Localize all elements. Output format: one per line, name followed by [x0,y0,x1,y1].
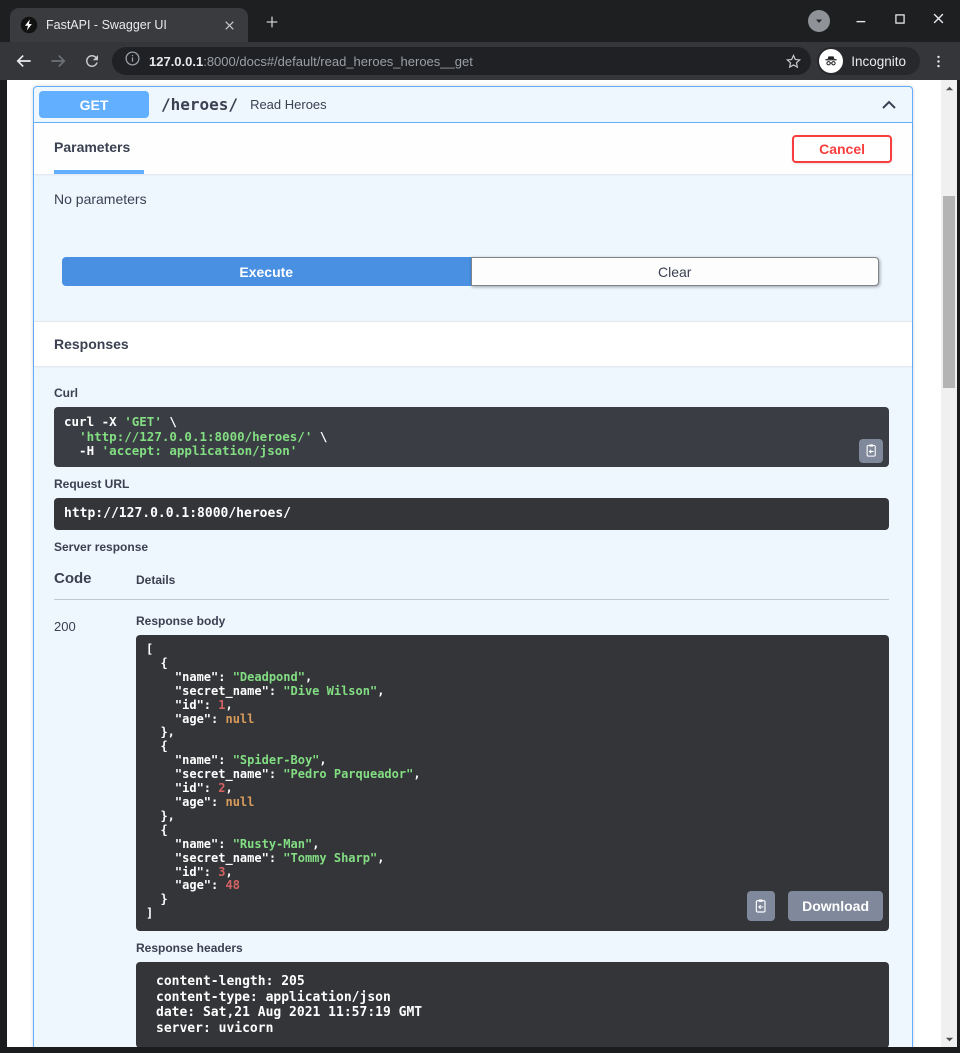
responses-title: Responses [54,336,129,352]
details-column-header: Details [136,570,175,587]
execute-button[interactable]: Execute [62,257,471,286]
window-controls [808,10,946,32]
address-bar: 127.0.0.1:8000/docs#/default/read_heroes… [0,42,960,80]
url-text[interactable]: 127.0.0.1:8000/docs#/default/read_heroes… [149,54,773,69]
clear-button[interactable]: Clear [471,257,880,286]
parameters-body: No parameters [34,174,912,207]
url-path: :8000/docs#/default/read_heroes_heroes__… [203,54,473,69]
responses-body: Curl curl -X 'GET' \ 'http://127.0.0.1:8… [34,366,912,1047]
request-url-value: http://127.0.0.1:8000/heroes/ [64,506,291,521]
browser-tab[interactable]: FastAPI - Swagger UI [10,8,248,42]
status-code: 200 [54,614,136,1047]
response-headers-block: content-length: 205content-type: applica… [136,962,889,1047]
response-row-200: 200 Response body [ { "name": "Deadpond"… [54,600,889,1047]
url-host: 127.0.0.1 [149,54,203,69]
response-body-controls: Download [747,891,883,921]
new-tab-icon[interactable] [262,12,282,32]
server-response-table: Code Details 200 Response body [ { "name… [54,570,889,1047]
cancel-button[interactable]: Cancel [792,135,892,163]
endpoint-summary: Read Heroes [250,97,327,112]
opblock-summary[interactable]: GET /heroes/ Read Heroes [34,87,912,123]
response-body-label: Response body [136,614,889,628]
copy-response-icon[interactable] [747,891,775,921]
site-info-icon[interactable] [124,50,141,72]
parameters-header: Parameters Cancel [34,123,912,174]
curl-command-block[interactable]: curl -X 'GET' \ 'http://127.0.0.1:8000/h… [54,407,889,467]
incognito-label: Incognito [851,54,906,69]
page-scrollbar[interactable] [941,80,957,1047]
response-body-block: [ { "name": "Deadpond", "secret_name": "… [136,635,889,931]
method-badge: GET [39,91,149,118]
tab-close-icon[interactable] [220,16,238,34]
endpoint-path: /heroes/ [161,95,238,114]
response-headers-label: Response headers [136,941,889,955]
incognito-badge: Incognito [817,47,920,75]
response-details: Response body [ { "name": "Deadpond", "s… [136,614,889,1047]
execute-row: Execute Clear [34,257,912,286]
response-table-header: Code Details [54,570,889,600]
back-icon[interactable] [10,47,38,75]
code-column-header: Code [54,570,136,587]
request-url-block: http://127.0.0.1:8000/heroes/ [54,498,889,531]
fastapi-favicon-icon [20,16,38,34]
url-field[interactable]: 127.0.0.1:8000/docs#/default/read_heroes… [112,47,811,75]
browser-status-chip-icon[interactable] [808,10,830,32]
server-response-label: Server response [54,540,889,554]
no-parameters-message: No parameters [54,191,147,207]
scrollbar-up-icon[interactable] [941,80,957,96]
opblock-get-heroes: GET /heroes/ Read Heroes Parameters Canc… [33,86,913,1047]
swagger-page: GET /heroes/ Read Heroes Parameters Canc… [7,80,941,1047]
window-close-icon[interactable] [931,11,946,31]
curl-label: Curl [54,386,889,400]
copy-curl-icon[interactable] [859,439,883,463]
tab-strip: FastAPI - Swagger UI [0,0,960,42]
browser-menu-icon[interactable] [926,49,950,73]
parameters-tab: Parameters [54,123,144,174]
download-button[interactable]: Download [788,891,883,921]
reload-icon[interactable] [78,47,106,75]
tab-title: FastAPI - Swagger UI [46,18,212,32]
forward-icon[interactable] [44,47,72,75]
request-url-label: Request URL [54,477,889,491]
scrollbar-thumb[interactable] [943,196,955,388]
responses-header: Responses [34,321,912,366]
scrollbar-down-icon[interactable] [941,1031,957,1047]
bookmark-star-icon[interactable] [781,49,805,73]
maximize-icon[interactable] [893,12,907,31]
incognito-icon [819,49,843,73]
collapse-chevron-icon[interactable] [878,94,900,116]
minimize-icon[interactable] [854,11,869,31]
